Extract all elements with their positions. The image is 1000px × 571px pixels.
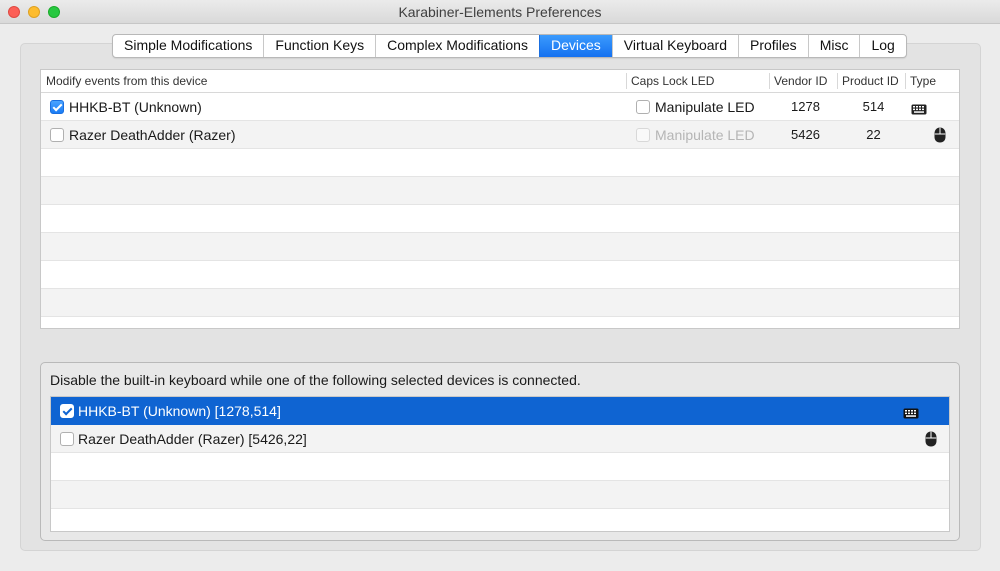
vendor-id: 1278 — [791, 99, 820, 114]
tab-profiles[interactable]: Profiles — [738, 35, 808, 57]
manipulate-led-checkbox[interactable] — [636, 128, 650, 142]
column-header-modify[interactable]: Modify events from this device — [46, 70, 207, 92]
table-row — [41, 233, 959, 261]
table-row[interactable]: Razer DeathAdder (Razer) Manipulate LED … — [41, 121, 959, 149]
list-item[interactable]: Razer DeathAdder (Razer) [5426,22] — [51, 425, 949, 453]
column-header-product-id[interactable]: Product ID — [842, 70, 899, 92]
disable-builtin-checkbox[interactable] — [60, 432, 74, 446]
device-name: HHKB-BT (Unknown) [1278,514] — [78, 403, 281, 419]
row-divider — [41, 316, 959, 317]
product-id: 22 — [866, 127, 881, 142]
devices-table: Modify events from this device Caps Lock… — [40, 69, 960, 329]
tab-complex-modifications[interactable]: Complex Modifications — [375, 35, 539, 57]
list-item[interactable]: HHKB-BT (Unknown) [1278,514] — [51, 397, 949, 425]
table-row — [41, 205, 959, 233]
device-name: HHKB-BT (Unknown) — [69, 99, 202, 115]
column-separator — [769, 73, 770, 89]
table-row[interactable]: HHKB-BT (Unknown) Manipulate LED 1278 51… — [41, 93, 959, 121]
vendor-id: 5426 — [791, 127, 820, 142]
tab-bar: Simple Modifications Function Keys Compl… — [112, 34, 907, 58]
device-name: Razer DeathAdder (Razer) [5426,22] — [78, 431, 307, 447]
list-item — [51, 453, 949, 481]
column-header-type[interactable]: Type — [910, 70, 936, 92]
tab-misc[interactable]: Misc — [807, 35, 860, 57]
devices-table-header: Modify events from this device Caps Lock… — [41, 70, 959, 93]
keyboard-icon — [911, 102, 927, 120]
column-separator — [837, 73, 838, 89]
table-row — [41, 177, 959, 205]
tab-function-keys[interactable]: Function Keys — [263, 35, 375, 57]
preferences-window: Karabiner-Elements Preferences Simple Mo… — [0, 0, 1000, 571]
tab-devices[interactable]: Devices — [538, 35, 612, 57]
manipulate-led-checkbox[interactable] — [636, 100, 650, 114]
mouse-icon — [925, 431, 937, 452]
row-divider — [51, 508, 949, 509]
tab-virtual-keyboard[interactable]: Virtual Keyboard — [611, 35, 738, 57]
table-row — [41, 261, 959, 289]
mouse-icon — [934, 127, 946, 148]
product-id: 514 — [862, 99, 885, 114]
disable-builtin-devices-list: HHKB-BT (Unknown) [1278,514] Razer Death… — [50, 396, 950, 532]
keyboard-icon — [903, 406, 919, 424]
disable-builtin-keyboard-label: Disable the built-in keyboard while one … — [50, 372, 581, 388]
modify-device-checkbox[interactable] — [50, 100, 64, 114]
device-name: Razer DeathAdder (Razer) — [69, 127, 236, 143]
column-separator — [626, 73, 627, 89]
modify-device-checkbox[interactable] — [50, 128, 64, 142]
table-row — [41, 289, 959, 317]
list-item — [51, 481, 949, 509]
title-bar[interactable]: Karabiner-Elements Preferences — [0, 0, 1000, 24]
manipulate-led-label: Manipulate LED — [655, 99, 755, 115]
tab-simple-modifications[interactable]: Simple Modifications — [113, 35, 263, 57]
column-header-vendor-id[interactable]: Vendor ID — [774, 70, 827, 92]
tab-log[interactable]: Log — [859, 35, 905, 57]
disable-builtin-checkbox[interactable] — [60, 404, 74, 418]
manipulate-led-label: Manipulate LED — [655, 127, 755, 143]
column-separator — [905, 73, 906, 89]
disable-builtin-keyboard-group: Disable the built-in keyboard while one … — [40, 362, 960, 541]
window-title: Karabiner-Elements Preferences — [398, 4, 602, 20]
column-header-caps-lock-led[interactable]: Caps Lock LED — [631, 70, 714, 92]
table-row — [41, 149, 959, 177]
